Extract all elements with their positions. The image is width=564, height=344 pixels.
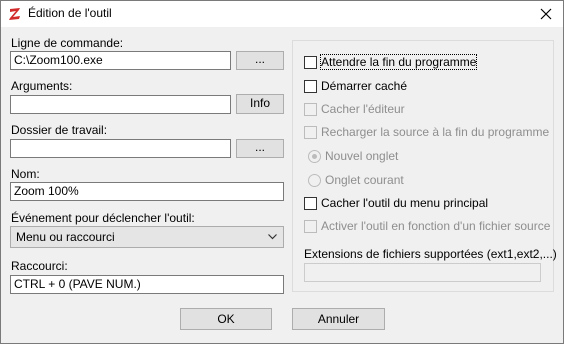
new-tab-label: Nouvel onglet bbox=[325, 149, 399, 163]
close-button[interactable] bbox=[529, 1, 563, 27]
hide-from-menu-label: Cacher l'outil du menu principal bbox=[321, 196, 489, 210]
ok-button[interactable]: OK bbox=[180, 308, 272, 330]
activate-by-source-checkbox[interactable]: Activer l'outil en fonction d'un fichier… bbox=[304, 219, 550, 233]
wait-end-box[interactable] bbox=[304, 55, 317, 69]
hide-editor-checkbox[interactable]: Cacher l'éditeur bbox=[304, 102, 405, 116]
working-folder-browse-button[interactable]: ... bbox=[236, 139, 284, 158]
command-line-label: Ligne de commande: bbox=[11, 36, 124, 50]
hide-from-menu-box[interactable] bbox=[304, 196, 317, 210]
start-hidden-box[interactable] bbox=[304, 79, 317, 93]
chevron-down-icon bbox=[268, 234, 277, 240]
event-select[interactable]: Menu ou raccourci bbox=[10, 226, 284, 248]
extensions-label: Extensions de fichiers supportées (ext1,… bbox=[304, 247, 557, 261]
name-input[interactable]: Zoom 100% bbox=[10, 182, 284, 201]
new-tab-radio[interactable]: Nouvel onglet bbox=[304, 149, 398, 163]
event-select-value: Menu ou raccourci bbox=[16, 230, 115, 244]
activate-by-source-label: Activer l'outil en fonction d'un fichier… bbox=[321, 219, 551, 233]
command-browse-button[interactable]: ... bbox=[236, 51, 284, 70]
hide-editor-label: Cacher l'éditeur bbox=[321, 102, 405, 116]
start-hidden-checkbox[interactable]: Démarrer caché bbox=[304, 79, 407, 93]
title-bar[interactable]: Édition de l'outil bbox=[1, 1, 563, 27]
wait-end-label: Attendre la fin du programme bbox=[319, 54, 478, 70]
shortcut-label: Raccourci: bbox=[11, 259, 68, 273]
wait-end-checkbox[interactable]: Attendre la fin du programme bbox=[304, 54, 478, 70]
info-button[interactable]: Info bbox=[236, 94, 284, 114]
reload-source-label: Recharger la source à la fin du programm… bbox=[321, 125, 550, 139]
current-tab-radio-button[interactable] bbox=[308, 173, 321, 187]
new-tab-radio-button[interactable] bbox=[308, 149, 321, 163]
arguments-input[interactable] bbox=[10, 95, 231, 114]
shortcut-input[interactable]: CTRL + 0 (PAVE NUM.) bbox=[10, 275, 284, 294]
name-label: Nom: bbox=[11, 167, 40, 181]
event-label: Événement pour déclencher l'outil: bbox=[11, 211, 195, 225]
command-line-input[interactable]: C:\Zoom100.exe bbox=[10, 51, 231, 70]
window-title: Édition de l'outil bbox=[28, 6, 112, 20]
arguments-label: Arguments: bbox=[11, 79, 73, 93]
start-hidden-label: Démarrer caché bbox=[321, 79, 408, 93]
cancel-button[interactable]: Annuler bbox=[292, 308, 385, 330]
working-folder-label: Dossier de travail: bbox=[11, 123, 108, 137]
hide-from-menu-checkbox[interactable]: Cacher l'outil du menu principal bbox=[304, 196, 488, 210]
reload-source-box[interactable] bbox=[304, 125, 317, 139]
working-folder-input[interactable] bbox=[10, 139, 231, 158]
hide-editor-box[interactable] bbox=[304, 102, 317, 116]
current-tab-label: Onglet courant bbox=[325, 173, 404, 187]
extensions-input[interactable] bbox=[304, 263, 541, 282]
close-icon bbox=[540, 8, 552, 20]
reload-source-checkbox[interactable]: Recharger la source à la fin du programm… bbox=[304, 125, 549, 139]
activate-by-source-box[interactable] bbox=[304, 219, 317, 233]
app-z-icon bbox=[9, 8, 20, 20]
current-tab-radio[interactable]: Onglet courant bbox=[304, 173, 404, 187]
